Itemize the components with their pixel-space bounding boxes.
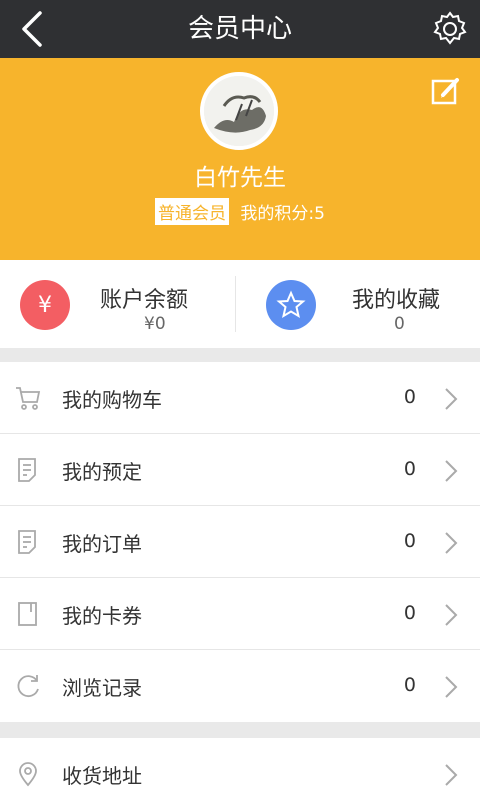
page-title: 会员中心 bbox=[187, 14, 292, 44]
edit-profile-button[interactable] bbox=[430, 76, 462, 108]
points-text: 我的积分:5 bbox=[240, 204, 325, 224]
my-favorites[interactable]: 我的收藏 0 bbox=[240, 260, 480, 348]
cart-icon bbox=[16, 387, 41, 410]
balance-label: 账户余额 bbox=[100, 288, 189, 313]
stats-bar: ¥ 账户余额 ¥0 我的收藏 0 bbox=[0, 260, 480, 348]
balance-value: ¥0 bbox=[144, 314, 166, 334]
menu-item-address[interactable]: 收货地址 bbox=[0, 738, 480, 810]
menu-item-label: 我的卡券 bbox=[62, 604, 142, 628]
menu-item-count: 0 bbox=[403, 602, 416, 624]
settings-button[interactable] bbox=[428, 7, 472, 51]
menu-item-count: 0 bbox=[403, 386, 416, 408]
menu-item-orders[interactable]: 我的订单 0 bbox=[0, 506, 480, 578]
chevron-right-icon bbox=[445, 460, 458, 482]
chevron-right-icon bbox=[445, 764, 458, 786]
title-bar: 会员中心 bbox=[0, 0, 480, 58]
menu-item-cart[interactable]: 我的购物车 0 bbox=[0, 362, 480, 434]
member-level-badge: 普通会员 bbox=[155, 198, 230, 225]
document-icon bbox=[18, 530, 36, 554]
chevron-right-icon bbox=[445, 604, 458, 626]
avatar[interactable] bbox=[200, 72, 278, 150]
menu-item-count: 0 bbox=[403, 530, 416, 552]
star-icon bbox=[266, 280, 316, 330]
member-info: 普通会员 我的积分:5 bbox=[0, 198, 480, 225]
document-icon bbox=[18, 458, 36, 482]
edit-icon bbox=[431, 78, 459, 105]
card-icon bbox=[18, 602, 37, 626]
menu-item-count: 0 bbox=[403, 674, 416, 696]
menu-item-reservation[interactable]: 我的预定 0 bbox=[0, 434, 480, 506]
location-pin-icon bbox=[19, 762, 37, 787]
favorites-value: 0 bbox=[394, 314, 405, 334]
menu-item-coupons[interactable]: 我的卡券 0 bbox=[0, 578, 480, 650]
username: 白竹先生 bbox=[194, 165, 286, 191]
menu-item-label: 浏览记录 bbox=[62, 676, 142, 700]
yen-icon: ¥ bbox=[20, 280, 70, 330]
section-gap bbox=[0, 722, 480, 738]
gear-icon bbox=[433, 11, 467, 45]
chevron-right-icon bbox=[445, 676, 458, 698]
stats-divider bbox=[235, 276, 236, 332]
menu-item-count: 0 bbox=[403, 458, 416, 480]
menu-item-label: 收货地址 bbox=[62, 764, 142, 788]
menu-item-history[interactable]: 浏览记录 0 bbox=[0, 650, 480, 722]
section-gap bbox=[0, 348, 480, 362]
chevron-right-icon bbox=[445, 388, 458, 410]
account-balance[interactable]: ¥ 账户余额 ¥0 bbox=[0, 260, 240, 348]
menu-item-label: 我的订单 bbox=[62, 532, 142, 556]
profile-header: 白竹先生 普通会员 我的积分:5 bbox=[0, 58, 480, 260]
favorites-label: 我的收藏 bbox=[352, 288, 441, 313]
avatar-image bbox=[204, 76, 274, 146]
chevron-right-icon bbox=[445, 532, 458, 554]
menu-item-label: 我的购物车 bbox=[62, 388, 162, 412]
refresh-icon bbox=[17, 675, 39, 698]
menu-item-label: 我的预定 bbox=[62, 460, 142, 484]
